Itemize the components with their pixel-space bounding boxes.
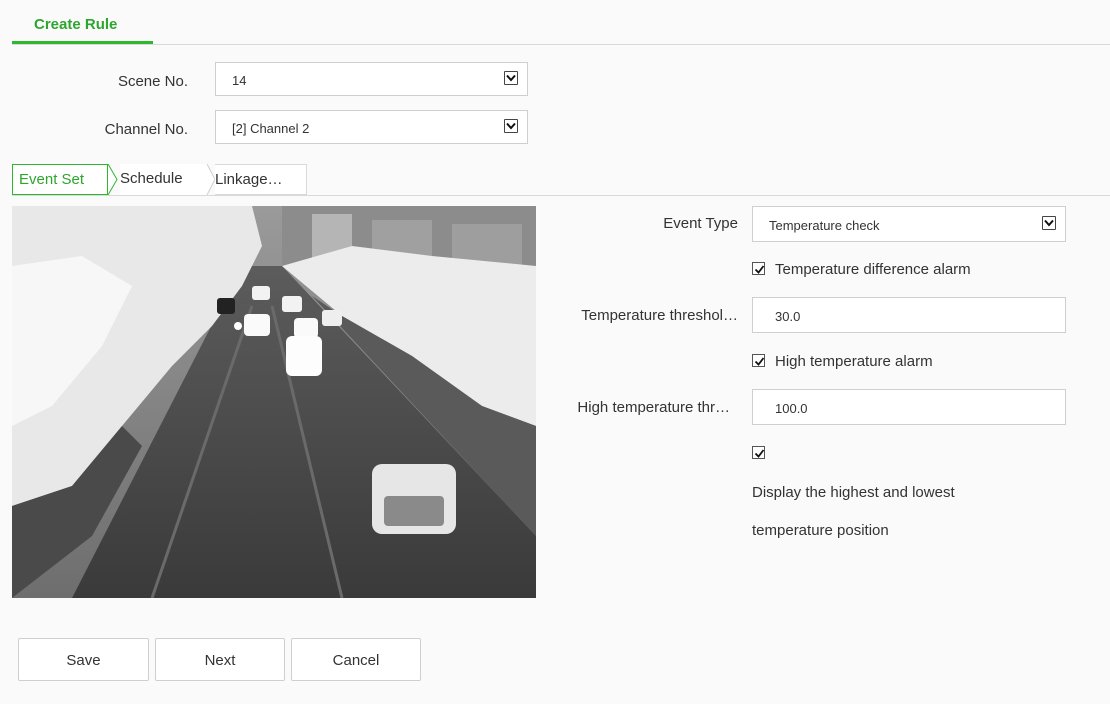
temp-diff-alarm-checkbox[interactable] bbox=[752, 262, 765, 275]
temp-threshold-label: Temperature threshol… bbox=[581, 307, 738, 324]
channel-no-label: Channel No. bbox=[104, 121, 188, 138]
scene-no-select[interactable]: 14 bbox=[215, 62, 528, 96]
chevron-down-icon bbox=[1042, 216, 1056, 230]
check-icon bbox=[754, 449, 765, 458]
step-arrow-icon bbox=[107, 164, 118, 195]
chevron-down-icon bbox=[504, 119, 518, 133]
event-type-select[interactable]: Temperature check bbox=[752, 206, 1066, 242]
event-type-label: Event Type bbox=[663, 215, 738, 232]
display-position-label-line1: Display the highest and lowest bbox=[752, 484, 955, 501]
tab-create-rule[interactable]: Create Rule bbox=[12, 6, 153, 44]
channel-no-value: [2] Channel 2 bbox=[232, 121, 310, 136]
check-icon bbox=[754, 357, 765, 366]
scene-no-label: Scene No. bbox=[117, 73, 188, 90]
temp-threshold-input[interactable]: 30.0 bbox=[752, 297, 1066, 333]
tab-schedule[interactable]: Schedule bbox=[120, 164, 208, 195]
channel-no-select[interactable]: [2] Channel 2 bbox=[215, 110, 528, 144]
steps-divider bbox=[12, 195, 1110, 196]
event-type-value: Temperature check bbox=[769, 218, 880, 233]
high-temp-alarm-checkbox[interactable] bbox=[752, 354, 765, 367]
display-position-checkbox[interactable] bbox=[752, 446, 765, 459]
scene-no-value: 14 bbox=[232, 73, 247, 88]
tab-event-set[interactable]: Event Set bbox=[12, 164, 108, 195]
header-divider bbox=[12, 44, 1110, 45]
cancel-button[interactable]: Cancel bbox=[291, 638, 421, 681]
save-button[interactable]: Save bbox=[18, 638, 149, 681]
display-position-label-line2: temperature position bbox=[752, 522, 889, 539]
high-temp-alarm-label: High temperature alarm bbox=[775, 353, 933, 370]
chevron-down-icon bbox=[504, 71, 518, 85]
check-icon bbox=[754, 265, 765, 274]
create-rule-panel: Create Rule Scene No. 14 Channel No. [2]… bbox=[0, 0, 1110, 704]
high-temp-threshold-input[interactable]: 100.0 bbox=[752, 389, 1066, 425]
next-button[interactable]: Next bbox=[155, 638, 285, 681]
thermal-scene-image bbox=[12, 206, 536, 598]
thermal-camera-preview[interactable] bbox=[12, 206, 536, 598]
temp-diff-alarm-label: Temperature difference alarm bbox=[775, 261, 971, 278]
tab-linkage[interactable]: Linkage… bbox=[215, 164, 307, 195]
high-temp-threshold-label: High temperature thr… bbox=[577, 399, 730, 416]
